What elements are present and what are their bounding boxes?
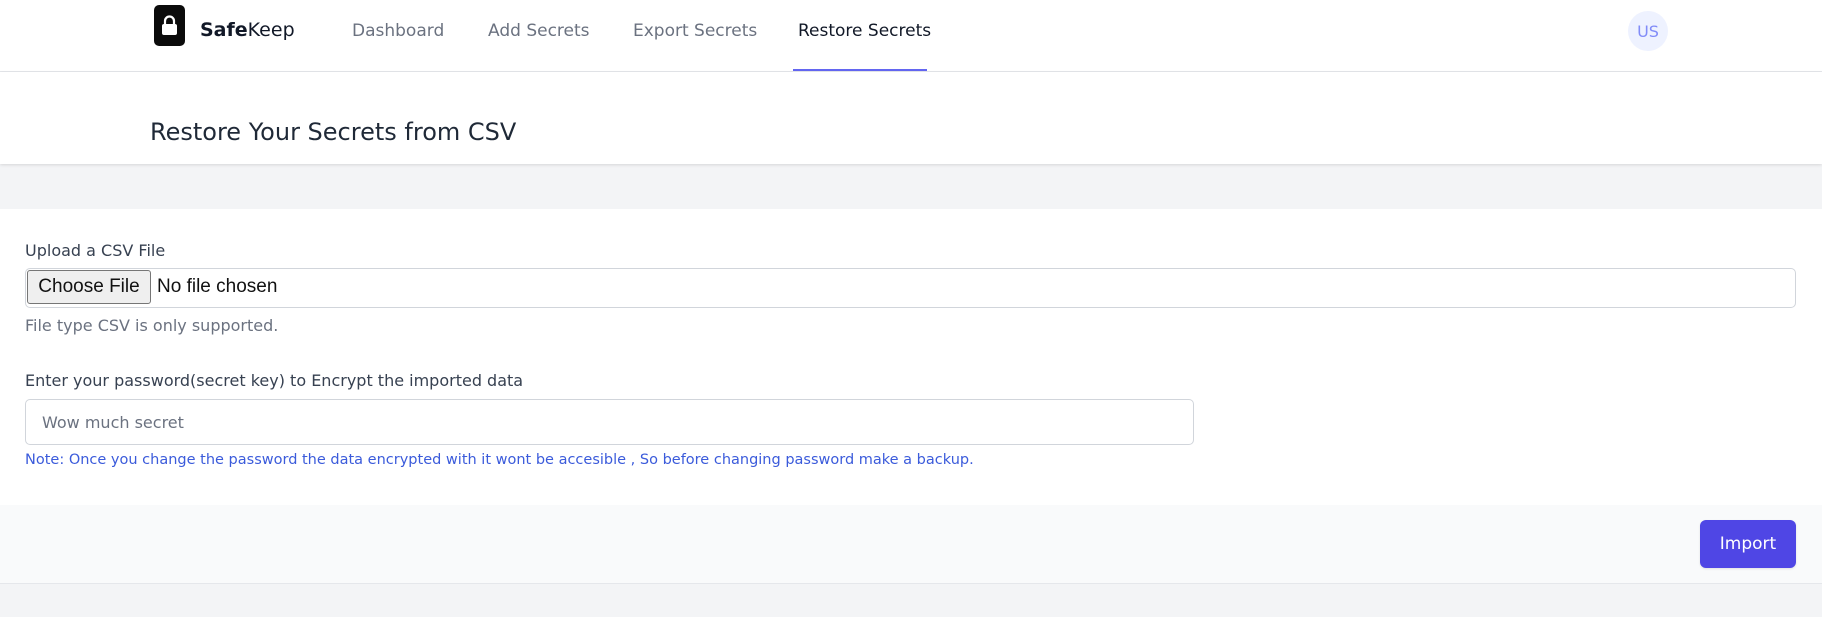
file-upload-label: Upload a CSV File (25, 241, 166, 260)
lock-icon[interactable] (154, 5, 185, 46)
page-header: Restore Your Secrets from CSV (0, 72, 1822, 164)
top-navbar: SafeKeep Dashboard Add Secrets Export Se… (0, 0, 1822, 72)
choose-file-button[interactable]: Choose File (27, 270, 151, 304)
nav-item-add-secrets[interactable]: Add Secrets (488, 21, 590, 41)
brand-name[interactable]: SafeKeep (200, 19, 295, 41)
password-label: Enter your password(secret key) to Encry… (25, 371, 524, 390)
nav-item-dashboard[interactable]: Dashboard (352, 21, 444, 41)
password-warning-note: Note: Once you change the password the d… (25, 452, 974, 468)
form-actions: Import (0, 505, 1822, 584)
file-status-text: No file chosen (157, 276, 278, 297)
import-button[interactable]: Import (1700, 520, 1796, 568)
password-input[interactable] (25, 399, 1194, 445)
file-type-help: File type CSV is only supported. (25, 316, 279, 335)
active-nav-indicator (793, 69, 927, 71)
user-avatar[interactable]: US (1628, 11, 1668, 51)
csv-file-input[interactable]: Choose File No file chosen (25, 268, 1796, 308)
brand-name-rest: Keep (247, 19, 295, 41)
brand-name-bold: Safe (200, 19, 248, 41)
nav-item-restore-secrets[interactable]: Restore Secrets (798, 21, 931, 41)
page-title: Restore Your Secrets from CSV (150, 118, 517, 147)
restore-form: Upload a CSV File Choose File No file ch… (0, 209, 1822, 505)
nav-item-export-secrets[interactable]: Export Secrets (633, 21, 757, 41)
